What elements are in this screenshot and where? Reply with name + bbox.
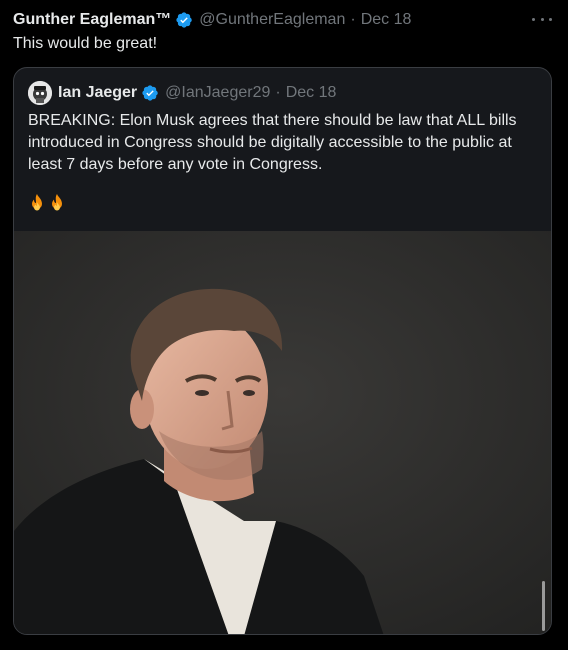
avatar[interactable] — [28, 81, 52, 105]
tweet-text: This would be great! — [13, 35, 158, 52]
quoted-tweet-text: BREAKING: Elon Musk agrees that there sh… — [28, 112, 517, 173]
verified-badge-icon[interactable] — [175, 11, 193, 29]
emoji-row — [28, 193, 66, 213]
author-name[interactable]: Gunther Eagleman™ — [13, 11, 171, 29]
scrollbar-thumb[interactable] — [542, 581, 545, 631]
tweet[interactable]: Gunther Eagleman™ @GuntherEagleman · Dec… — [0, 0, 568, 650]
author-handle[interactable]: @GuntherEagleman — [199, 11, 345, 29]
fire-icon — [48, 193, 66, 213]
quoted-author-handle[interactable]: @IanJaeger29 — [165, 84, 270, 102]
separator-dot: · — [350, 11, 356, 28]
tweet-date[interactable]: Dec 18 — [361, 11, 412, 29]
quoted-author-name[interactable]: Ian Jaeger — [58, 84, 137, 102]
quoted-tweet-date[interactable]: Dec 18 — [286, 84, 337, 102]
fire-icon — [28, 193, 46, 213]
quoted-tweet[interactable]: Ian Jaeger @IanJaeger29 · Dec 18 BREAKIN… — [13, 67, 552, 635]
separator-dot: · — [275, 84, 281, 101]
verified-badge-icon[interactable] — [141, 84, 159, 102]
tweet-header: Gunther Eagleman™ @GuntherEagleman · Dec… — [13, 9, 528, 31]
quoted-tweet-header: Ian Jaeger @IanJaeger29 · Dec 18 — [28, 81, 336, 105]
more-horizontal-icon[interactable] — [532, 12, 552, 26]
quoted-tweet-photo[interactable] — [14, 231, 551, 634]
